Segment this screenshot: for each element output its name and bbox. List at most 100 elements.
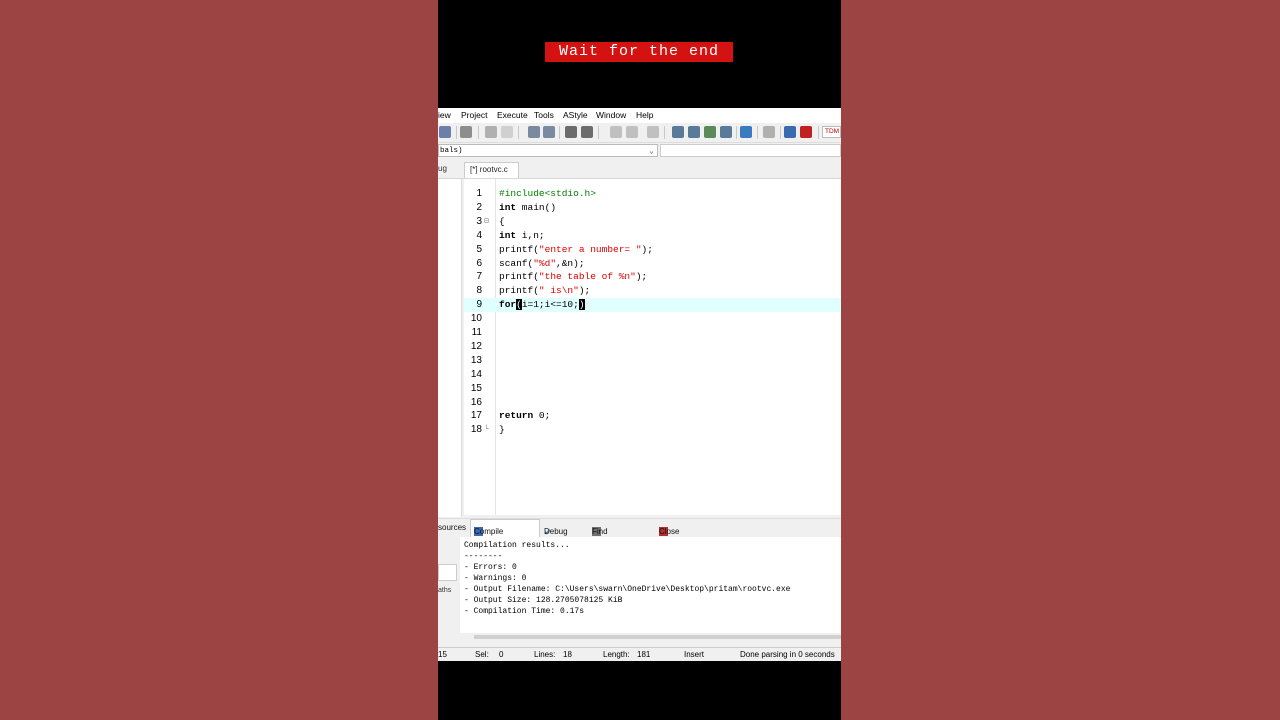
status-lines-value: 18 bbox=[563, 650, 572, 659]
back-icon[interactable] bbox=[610, 126, 622, 138]
log-line: - Warnings: 0 bbox=[464, 574, 527, 583]
video-frame: Wait for the end iew Project Execute Too… bbox=[438, 0, 841, 720]
code-line[interactable]: 15 bbox=[464, 382, 841, 396]
code-line[interactable]: 3 ⊟ { bbox=[464, 215, 841, 229]
tab-resources[interactable]: sources bbox=[438, 523, 466, 532]
menu-window[interactable]: Window bbox=[596, 110, 626, 120]
find-icon[interactable] bbox=[528, 126, 540, 138]
indent-icon[interactable] bbox=[565, 126, 577, 138]
code-line[interactable]: 9 for(i=1;i<=10;) bbox=[464, 298, 841, 313]
code-line[interactable]: 13 bbox=[464, 354, 841, 368]
line-number: 7 bbox=[476, 271, 482, 283]
toolbar-separator bbox=[736, 126, 737, 139]
code-line[interactable]: 10 bbox=[464, 312, 841, 326]
code-line[interactable]: 1 #include<stdio.h> bbox=[464, 187, 841, 201]
side-button[interactable] bbox=[438, 564, 457, 581]
replace-icon[interactable] bbox=[543, 126, 555, 138]
toolbar: TDM bbox=[438, 123, 841, 143]
scope-bar: bals) ⌄ bbox=[438, 143, 841, 159]
tile-icon[interactable] bbox=[720, 126, 732, 138]
forward-icon[interactable] bbox=[626, 126, 638, 138]
code-line[interactable]: 8 printf(" is\n"); bbox=[464, 284, 841, 298]
status-sel-value: 0 bbox=[499, 650, 504, 659]
caption-banner: Wait for the end bbox=[545, 42, 733, 62]
log-line: - Output Filename: C:\Users\swarn\OneDri… bbox=[464, 585, 791, 594]
menu-tools[interactable]: Tools bbox=[534, 110, 554, 120]
check-icon[interactable] bbox=[740, 126, 752, 138]
save-all-icon[interactable] bbox=[439, 126, 451, 138]
log-line: - Compilation Time: 0.17s bbox=[464, 607, 585, 616]
code-line[interactable]: 12 bbox=[464, 340, 841, 354]
tab-rootvc[interactable]: [*] rootvc.c bbox=[464, 162, 519, 178]
symbol-select[interactable] bbox=[660, 144, 841, 157]
chevron-down-icon: ⌄ bbox=[649, 147, 654, 156]
code-line[interactable]: 6 scanf("%d",&n); bbox=[464, 257, 841, 271]
scope-value: bals) bbox=[440, 147, 463, 155]
layout-icon[interactable] bbox=[704, 126, 716, 138]
compile-log: Compilation results... -------- - Errors… bbox=[460, 537, 841, 633]
line-number: 11 bbox=[471, 327, 482, 338]
code-text: printf("the table of %n"); bbox=[499, 271, 648, 283]
menu-astyle[interactable]: AStyle bbox=[563, 110, 588, 120]
horizontal-scrollbar[interactable] bbox=[474, 635, 841, 639]
code-line[interactable]: 17 return 0; bbox=[464, 409, 841, 423]
debug-bug-icon[interactable] bbox=[800, 126, 812, 138]
delete-icon[interactable] bbox=[763, 126, 775, 138]
menu-project[interactable]: Project bbox=[461, 110, 487, 120]
code-text: printf("enter a number= "); bbox=[499, 243, 653, 255]
menu-help[interactable]: Help bbox=[636, 110, 653, 120]
code-line[interactable]: 18 └} bbox=[464, 423, 841, 437]
code-line[interactable]: 14 bbox=[464, 368, 841, 382]
code-text: { bbox=[499, 215, 505, 227]
code-line[interactable]: 16 bbox=[464, 396, 841, 410]
code-line[interactable]: 2 int main() bbox=[464, 201, 841, 215]
toolbar-separator bbox=[518, 126, 519, 139]
grid-icon[interactable] bbox=[672, 126, 684, 138]
tab-debug-label: Debug bbox=[544, 527, 568, 536]
line-number: 18 bbox=[470, 424, 482, 436]
line-number: 2 bbox=[476, 201, 482, 213]
bookmark-icon[interactable] bbox=[647, 126, 659, 138]
status-bar: 15 Sel: 0 Lines: 18 Length: 181 Insert D… bbox=[438, 647, 841, 661]
tab-debug-partial[interactable]: ug bbox=[438, 164, 447, 173]
toolbar-separator bbox=[598, 126, 599, 139]
line-number: 16 bbox=[470, 396, 482, 408]
chart-icon[interactable] bbox=[784, 126, 796, 138]
line-number: 14 bbox=[470, 368, 482, 380]
code-text: return 0; bbox=[499, 410, 551, 422]
project-pane bbox=[438, 179, 462, 517]
status-mode: Insert bbox=[684, 650, 705, 659]
code-line[interactable]: 5 printf("enter a number= "); bbox=[464, 243, 841, 257]
line-number: 6 bbox=[476, 257, 482, 269]
menu-view[interactable]: iew bbox=[438, 110, 451, 120]
log-line: - Output Size: 128.2705078125 KiB bbox=[464, 596, 623, 605]
toolbar-separator bbox=[456, 126, 457, 139]
scope-select[interactable]: bals) ⌄ bbox=[438, 144, 658, 157]
compiler-select[interactable]: TDM bbox=[822, 126, 841, 138]
status-length-value: 181 bbox=[637, 650, 651, 659]
fold-collapse-icon[interactable]: ⊟ bbox=[484, 215, 489, 229]
redo-icon[interactable] bbox=[501, 126, 513, 138]
unindent-icon[interactable] bbox=[581, 126, 593, 138]
menu-execute[interactable]: Execute bbox=[497, 110, 528, 120]
line-number: 4 bbox=[476, 229, 482, 241]
toolbar-separator bbox=[664, 126, 665, 139]
line-number: 3 bbox=[476, 215, 482, 227]
status-length-label: Length: bbox=[603, 650, 630, 659]
undo-icon[interactable] bbox=[485, 126, 497, 138]
print-icon[interactable] bbox=[460, 126, 472, 138]
code-line[interactable]: 11 bbox=[464, 326, 841, 340]
toolbar-separator bbox=[478, 126, 479, 139]
fold-end-icon: └ bbox=[484, 425, 489, 435]
code-editor[interactable]: 1 #include<stdio.h> 2 int main() 3 ⊟ {4 int i,n… bbox=[464, 179, 841, 515]
ide-window: iew Project Execute Tools AStyle Window … bbox=[438, 108, 841, 661]
code-line[interactable]: 7 printf("the table of %n"); bbox=[464, 270, 841, 284]
line-number: 1 bbox=[476, 188, 482, 199]
code-line[interactable]: 4 int i,n; bbox=[464, 229, 841, 243]
editor-tabs: ug [*] rootvc.c bbox=[438, 160, 841, 179]
tab-close-label: Close bbox=[659, 527, 680, 536]
status-message: Done parsing in 0 seconds bbox=[740, 650, 835, 659]
toolbar-separator bbox=[757, 126, 758, 139]
window-icon[interactable] bbox=[688, 126, 700, 138]
line-number: 9 bbox=[476, 299, 482, 311]
